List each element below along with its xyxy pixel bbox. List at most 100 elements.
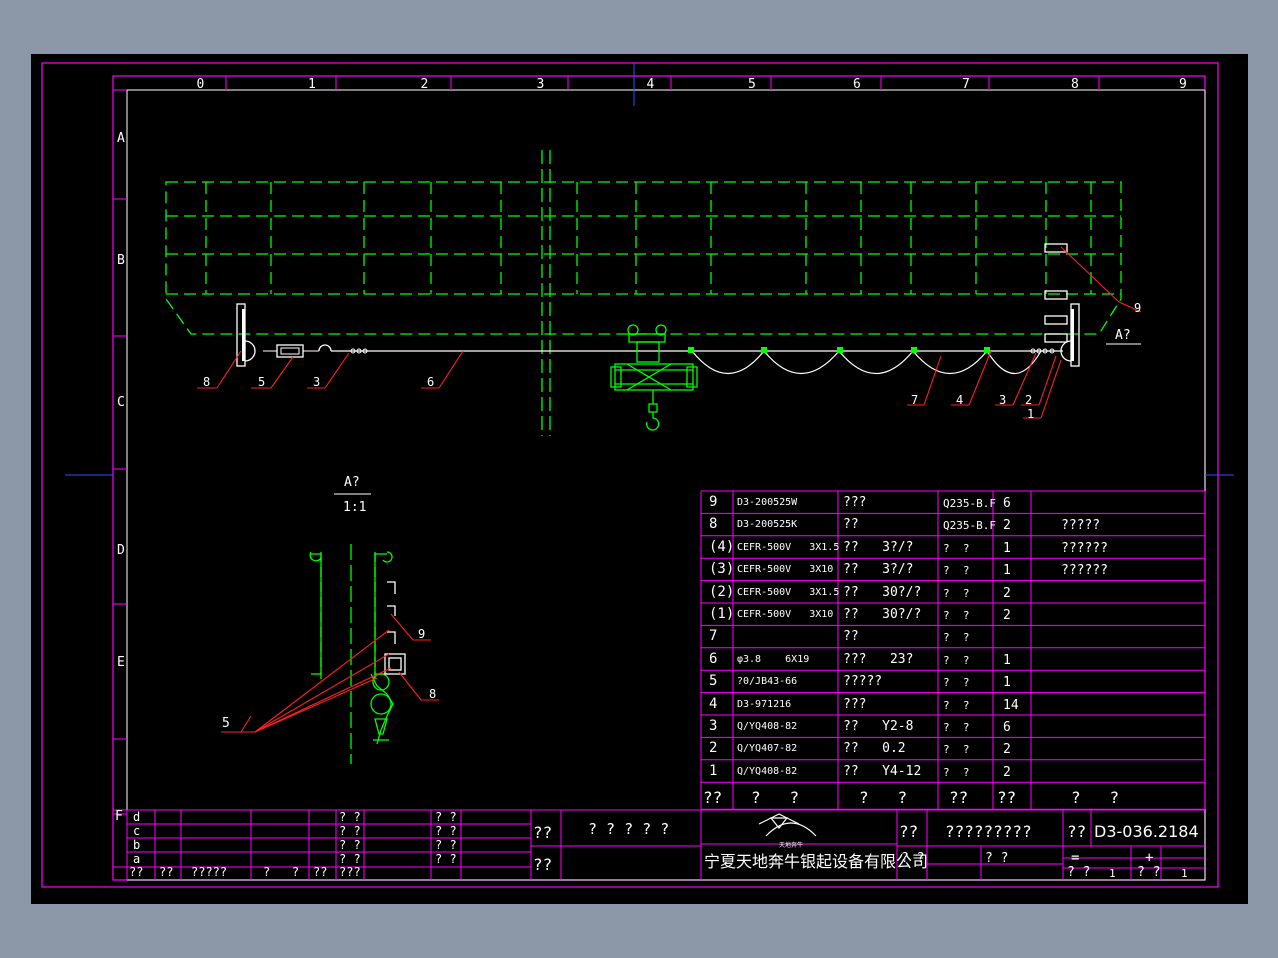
zone-row-label: E [117,655,125,670]
cad-drawing: 天地奔牛 [41,62,1234,888]
inner-frame [126,89,1206,881]
bom-no: 9 [709,494,718,510]
callout-3-right: 3 [999,393,1007,407]
bom-note: ?????? [1061,563,1108,579]
girder-outline [165,181,1122,335]
callout-1: 1 [1027,407,1035,421]
check-label: ?? [533,855,553,874]
mid-label-1: ? ? [901,851,925,866]
outer-frame [41,62,1219,888]
rev-letter: c [133,824,141,838]
section-callout-9: 9 [418,627,426,641]
company-name: 宁夏天地奔牛银起设备有限公司 [704,852,929,871]
callout-8-left: 8 [203,375,211,389]
bom-header-material: ?? [949,788,969,807]
section-mark-label: A? [1115,328,1131,343]
drawing-no-label: ?? [1067,822,1087,841]
bom-qty: 2 [1003,764,1011,780]
bom-no: (2) [709,583,735,600]
bom-code: ?0/JB43-66 [737,676,798,688]
rev-letter: a [133,852,141,866]
callout-9-main: 9 [1134,301,1142,315]
bom-name: ?? 30?/? [843,607,922,622]
bom-material: Q235-B.F [943,497,996,510]
rev-q-a: ? ? [339,838,361,852]
bom-qty: 1 [1003,675,1011,691]
bom-no: (4) [709,538,735,555]
festoon-clamps [688,347,990,353]
rev-footer-cell: ?? [159,865,174,879]
bom-table-grid [700,490,1206,810]
callout-3-left: 3 [313,375,321,389]
bom-no: 6 [709,650,718,667]
zone-col-label: 6 [853,77,861,92]
zone-row-label: D [117,543,125,558]
bom-qty: 1 [1003,652,1011,668]
bom-no: 5 [709,673,718,690]
bom-note: ?????? [1061,540,1108,556]
bom-name: ??? [843,696,867,712]
bom-code: CEFR-500V 3X1.5 [737,586,840,598]
bom-code: CEFR-500V 3X10 [737,564,834,576]
bom-name: ?? 3?/? [843,562,914,578]
bom-header-qty: ?? [997,788,1017,807]
bom-name: ??? [843,495,867,510]
mid-label-2: ? ? [985,851,1009,866]
left-end-assembly [236,303,368,367]
bom-header-name: ? ? [859,788,908,807]
rev-q-b: ? ? [435,852,457,866]
zone-col-label: 9 [1179,77,1187,92]
rev-q-b: ? ? [435,838,457,852]
bottom-one-1: 1 [1109,867,1116,880]
callout-6: 6 [427,375,435,389]
hoist-trolley [610,324,698,431]
rev-q-b: ? ? [435,824,457,838]
bom-code: D3-200525W [737,497,798,508]
zone-col-label: 7 [962,77,970,92]
bom-qty: 1 [1003,540,1011,556]
bom-no: 4 [709,695,718,712]
logo-text: 天地奔牛 [779,841,803,849]
rev-q-a: ? ? [339,810,361,824]
rev-footer-cell: ? ? [263,865,300,879]
bom-material: Q235-B.F [943,519,996,533]
bom-qty: 6 [1003,496,1011,511]
bom-code: Q/YQ407-82 [737,743,798,755]
bom-name: ?? 30?/? [843,584,922,600]
bom-note: ????? [1061,518,1101,534]
bom-no: 8 [709,516,718,533]
callout-4: 4 [956,393,964,407]
bom-qty: 6 [1003,720,1011,735]
bom-qty: 2 [1003,742,1011,758]
bom-code: φ3.8 6X19 [737,653,810,665]
bom-name: ?? [843,629,859,645]
bom-name: ????? [843,674,883,690]
equal-sign: = [1071,850,1080,866]
drawing-number: D3-036.2184 [1094,822,1199,841]
center-break-lines [541,150,551,436]
row-f-label: F [115,809,123,824]
bom-no: (3) [709,561,735,578]
zone-col-label: 1 [308,77,316,92]
bom-code: D3-971216 [737,698,792,710]
bom-qty: 1 [1003,563,1011,579]
callout-2: 2 [1025,393,1033,407]
bom-material: ? ? [943,721,970,734]
zone-col-label: 2 [420,77,429,92]
rev-footer-cell: ??? [339,865,361,879]
bom-name: ?? 3?/? [843,539,914,555]
bom-no: 1 [709,762,718,779]
bom-qty: 14 [1003,697,1019,713]
bom-material: ? ? [943,653,970,667]
rev-letter: d [133,810,141,824]
rev-letter: b [133,838,141,852]
bom-header-note: ? ? [1071,788,1120,807]
zone-col-label: 4 [646,77,655,92]
rev-q-a: ? ? [339,824,361,838]
section-callout-5: 5 [222,716,230,731]
drawing-title: ????????? [945,822,1032,841]
callout-5-left: 5 [258,375,266,389]
section-view-drawing [221,493,439,764]
bom-header-code: ? ? [751,788,800,807]
bom-name: ?? Y4-12 [843,763,922,779]
